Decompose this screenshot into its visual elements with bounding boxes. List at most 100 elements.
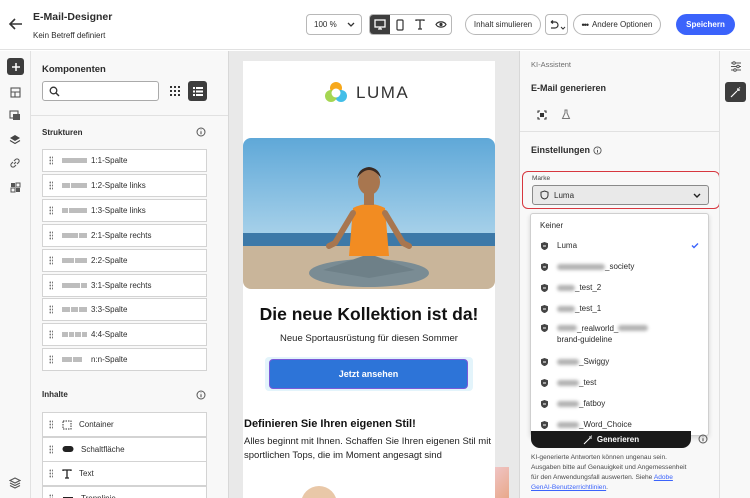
container-icon	[62, 420, 72, 430]
ai-assistant-icon[interactable]	[725, 82, 746, 102]
flask-icon[interactable]	[561, 109, 571, 120]
adobe-link[interactable]: Adobe	[654, 474, 673, 481]
brand-select[interactable]: Luma	[532, 185, 709, 205]
ai-label: KI-Assistent	[531, 60, 572, 69]
option-society[interactable]: _society	[531, 256, 708, 277]
redacted-text	[557, 379, 579, 386]
option-luma[interactable]: Luma	[531, 235, 708, 256]
column-layout-icon	[62, 357, 87, 363]
structure-label: 1:3-Spalte links	[91, 205, 146, 215]
column-layout-icon	[62, 257, 87, 263]
magic-wand-icon	[583, 434, 593, 444]
option-none[interactable]: Keiner	[531, 215, 708, 236]
chevron-down-icon	[347, 22, 355, 28]
drag-handle-icon[interactable]	[49, 305, 53, 315]
column-layout-icon	[62, 332, 87, 338]
drag-handle-icon[interactable]	[49, 230, 53, 240]
redacted-text	[557, 263, 605, 270]
info-icon[interactable]	[698, 434, 708, 444]
mobile-view-icon[interactable]	[390, 15, 411, 34]
drag-handle-icon[interactable]	[49, 355, 53, 365]
option-test-2[interactable]: _test_2	[531, 277, 708, 298]
structure-item[interactable]: 4:4-Spalte	[42, 323, 207, 347]
zoom-select[interactable]: 100 %	[306, 14, 362, 35]
column-layout-icon	[62, 232, 87, 238]
undo-button[interactable]	[545, 14, 568, 35]
layout-icon[interactable]	[7, 84, 23, 100]
structure-item[interactable]: 3:1-Spalte rechts	[42, 273, 207, 297]
desktop-view-icon[interactable]	[370, 15, 390, 34]
info-icon[interactable]	[196, 127, 206, 137]
redacted-text	[557, 305, 575, 312]
generate-button[interactable]: Generieren	[531, 431, 691, 448]
structure-item[interactable]: 1:1-Spalte	[42, 149, 207, 172]
shield-icon	[540, 190, 549, 200]
option-swiggy[interactable]: _Swiggy	[531, 351, 708, 372]
settings-sliders-icon[interactable]	[728, 58, 744, 74]
drag-handle-icon[interactable]	[49, 205, 53, 215]
settings-title: Einstellungen	[531, 145, 602, 155]
brand-name: LUMA	[356, 83, 410, 102]
hero-image	[243, 138, 495, 289]
option-test[interactable]: _test	[531, 372, 708, 393]
drag-handle-icon[interactable]	[49, 180, 53, 190]
redacted-text	[557, 325, 577, 331]
redacted-text	[557, 421, 579, 428]
content-label: Schaltfläche	[81, 444, 125, 454]
assets-icon[interactable]	[7, 107, 23, 123]
grid-view-icon[interactable]	[168, 84, 182, 98]
simulate-content-button[interactable]: Inhalt simulieren	[465, 14, 541, 35]
drag-handle-icon[interactable]	[49, 280, 53, 290]
structure-label: 1:1-Spalte	[91, 156, 128, 165]
undo-icon	[550, 19, 559, 29]
divider	[31, 115, 228, 116]
page-title: E-Mail-Designer	[33, 11, 113, 23]
chevron-down-icon	[560, 26, 565, 30]
back-arrow-icon[interactable]	[8, 16, 24, 32]
list-view-icon[interactable]	[188, 81, 207, 101]
page-subtitle: Kein Betreff definiert	[33, 31, 106, 40]
content-label: Text	[79, 469, 94, 478]
more-options-button[interactable]: ••• Andere Optionen	[573, 14, 661, 35]
structure-item[interactable]: 1:2-Spalte links	[42, 173, 207, 197]
text-view-icon[interactable]	[410, 15, 431, 34]
structure-item[interactable]: 3:3-Spalte	[42, 298, 207, 322]
structure-item[interactable]: 1:3-Spalte links	[42, 198, 207, 222]
drag-handle-icon[interactable]	[49, 255, 53, 265]
content-item[interactable]: Trennlinie	[42, 485, 207, 498]
info-icon[interactable]	[196, 390, 206, 400]
drag-handle-icon[interactable]	[49, 493, 53, 498]
eye-icon[interactable]	[431, 15, 452, 34]
structure-item[interactable]: 2:2-Spalte	[42, 248, 207, 272]
divider	[520, 131, 720, 132]
drag-handle-icon[interactable]	[49, 156, 53, 165]
shield-icon	[541, 262, 548, 271]
stack-icon[interactable]	[7, 475, 23, 491]
generate-label: Generieren	[596, 435, 640, 444]
structure-item[interactable]: 2:1-Spalte rechts	[42, 223, 207, 247]
structure-label: 3:3-Spalte	[91, 305, 128, 315]
layers-icon[interactable]	[7, 131, 23, 147]
fragments-icon[interactable]	[7, 179, 23, 195]
drag-handle-icon[interactable]	[49, 420, 53, 429]
drag-handle-icon[interactable]	[49, 469, 53, 478]
frame-icon[interactable]	[537, 110, 547, 120]
content-item[interactable]: Text	[42, 461, 207, 486]
option-fatboy[interactable]: _fatboy	[531, 393, 708, 414]
drag-handle-icon[interactable]	[49, 444, 53, 454]
genai-guidelines-link[interactable]: GenAI-Benutzerrichtlinien	[531, 484, 606, 491]
column-layout-icon	[62, 158, 87, 163]
component-search-input[interactable]	[42, 81, 159, 101]
cta-button[interactable]: Jetzt ansehen	[269, 359, 468, 389]
content-item[interactable]: Schaltfläche	[42, 436, 207, 462]
add-icon[interactable]	[7, 58, 24, 75]
save-button[interactable]: Speichern	[676, 14, 735, 35]
email-preview: LUMA Die neue Kollektion ist da! Neue Sp…	[243, 61, 495, 498]
link-icon[interactable]	[7, 155, 23, 171]
option-realworld[interactable]: _realworld_ brand-guideline	[531, 319, 708, 349]
drag-handle-icon[interactable]	[49, 330, 53, 340]
section-body: Alles beginnt mit Ihnen. Schaffen Sie Ih…	[244, 436, 491, 461]
structure-item[interactable]: n:n-Spalte	[42, 348, 207, 372]
content-item[interactable]: Container	[42, 412, 207, 437]
option-test-1[interactable]: _test_1	[531, 298, 708, 319]
